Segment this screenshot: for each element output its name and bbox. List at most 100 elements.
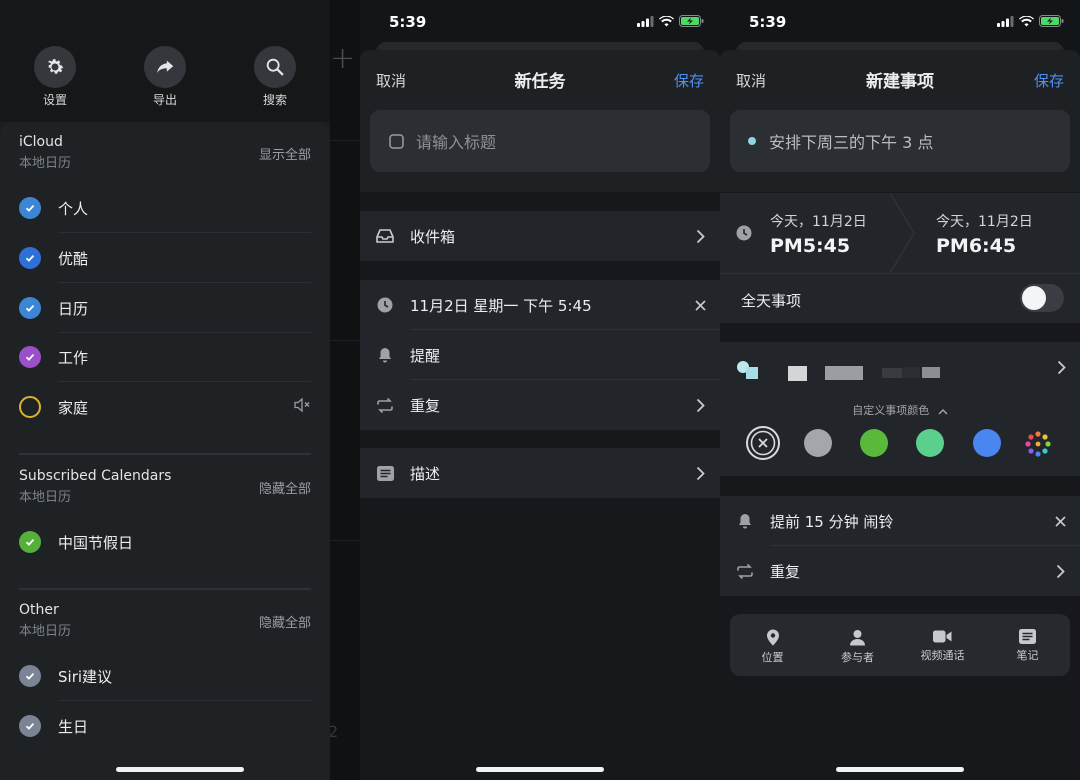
hide-all-button[interactable]: 隐藏全部: [259, 478, 311, 497]
share-arrow-icon: [144, 46, 186, 88]
home-indicator[interactable]: [476, 767, 604, 772]
calendar-item-siri-suggestions[interactable]: Siri建议: [19, 651, 311, 701]
task-title-input[interactable]: 请输入标题: [370, 110, 710, 172]
hide-all-button[interactable]: 隐藏全部: [259, 612, 311, 631]
calendar-name: 工作: [58, 348, 89, 367]
checkmark-icon: [19, 346, 41, 368]
calendar-item-calendar[interactable]: 日历: [19, 283, 311, 333]
subscribed-section-header: Subscribed Calendars 本地日历 隐藏全部: [19, 468, 311, 505]
settings-button[interactable]: 设置: [25, 46, 85, 108]
blurred-block: [788, 366, 807, 381]
calendar-selector[interactable]: [737, 359, 952, 385]
blurred-block: [825, 366, 863, 380]
calendar-name: 优酷: [58, 249, 89, 268]
icloud-section-header: iCloud 本地日历 显示全部: [19, 134, 311, 171]
home-indicator[interactable]: [116, 767, 244, 772]
calendar-item-personal[interactable]: 个人: [19, 183, 311, 233]
section-gap: [360, 261, 720, 280]
checkbox-icon[interactable]: [389, 133, 404, 149]
signal-icon: [997, 15, 1014, 27]
start-time[interactable]: 今天，11月2日 PM5:45: [770, 211, 867, 257]
location-label: 位置: [761, 651, 784, 664]
reminder-label: 提醒: [410, 346, 441, 365]
mute-icon[interactable]: [293, 397, 311, 417]
close-icon: [1054, 515, 1066, 527]
color-picker-icon[interactable]: [1022, 428, 1054, 460]
chevron-right-icon: [680, 229, 720, 244]
export-button[interactable]: 导出: [135, 46, 195, 108]
note-icon: [360, 465, 410, 481]
gear-icon: [34, 46, 76, 88]
save-button[interactable]: 保存: [674, 70, 704, 91]
new-task-screen: 5:39 取消 新任务 保存 请输入标题 收件箱 11月2日 星期一 下午 5:…: [360, 0, 720, 780]
no-color-swatch[interactable]: [746, 426, 780, 460]
inbox-row[interactable]: 收件箱: [360, 211, 720, 261]
attendees-label: 参与者: [841, 651, 874, 664]
calendar-name: 生日: [58, 717, 89, 736]
all-day-row: 全天事项: [720, 273, 1080, 323]
calendar-item-home[interactable]: 家庭: [19, 382, 311, 432]
chevron-right-icon[interactable]: [1057, 360, 1066, 379]
description-row[interactable]: 描述: [360, 448, 720, 498]
status-icons: [637, 15, 704, 27]
checkmark-icon: [19, 297, 41, 319]
search-icon: [254, 46, 296, 88]
color-dot: [748, 137, 756, 145]
search-button[interactable]: 搜索: [245, 46, 305, 108]
clock-icon: [736, 225, 752, 245]
date-row[interactable]: 11月2日 星期一 下午 5:45: [360, 280, 720, 330]
range-arrow-icon: [889, 193, 915, 273]
reminder-row[interactable]: 提醒: [360, 330, 720, 380]
clock-icon: [360, 297, 410, 313]
repeat-icon: [720, 563, 770, 579]
show-all-button[interactable]: 显示全部: [259, 144, 311, 163]
signal-icon: [637, 15, 654, 27]
clear-date-button[interactable]: [680, 299, 720, 311]
section-divider: [19, 588, 311, 590]
close-icon: [694, 299, 706, 311]
home-indicator[interactable]: [836, 767, 964, 772]
status-time: 5:39: [389, 13, 427, 31]
divider: [330, 140, 360, 141]
drawer-toolbar: 设置 导出 搜索: [0, 0, 330, 122]
date-label: 11月2日 星期一 下午 5:45: [410, 296, 592, 315]
save-button[interactable]: 保存: [1034, 70, 1064, 91]
wifi-icon: [659, 15, 674, 26]
end-time[interactable]: 今天，11月2日 PM6:45: [936, 211, 1033, 257]
location-pin-icon: [766, 629, 779, 646]
remove-alarm-button[interactable]: [1040, 515, 1080, 527]
chevron-right-icon: [680, 466, 720, 481]
repeat-row[interactable]: 重复: [720, 546, 1080, 596]
calendar-item-youku[interactable]: 优酷: [19, 233, 311, 283]
attendees-button[interactable]: 参与者: [815, 614, 900, 676]
alarm-row[interactable]: 提前 15 分钟 闹铃: [720, 496, 1080, 546]
new-event-screen: 5:39 取消 新建事项 保存 安排下周三的下午 3 点 今天，11月2日 PM…: [720, 0, 1080, 780]
description-label: 描述: [410, 464, 441, 483]
page-title: 新任务: [514, 72, 566, 92]
event-options-bar: 位置 参与者 视频通话 笔记: [730, 614, 1070, 676]
wifi-icon: [1019, 15, 1034, 26]
title-placeholder: 请输入标题: [416, 133, 497, 152]
notes-button[interactable]: 笔记: [985, 614, 1070, 676]
color-swatch-mint[interactable]: [916, 429, 944, 457]
location-button[interactable]: 位置: [730, 614, 815, 676]
custom-color-toggle[interactable]: 自定义事项颜色: [720, 402, 1080, 418]
checkmark-icon: [19, 665, 41, 687]
settings-label: 设置: [42, 93, 67, 107]
calendar-item-work[interactable]: 工作: [19, 332, 311, 382]
calendar-name: 日历: [58, 299, 89, 318]
color-swatch-blue[interactable]: [973, 429, 1001, 457]
add-icon[interactable]: +: [330, 44, 355, 74]
all-day-toggle[interactable]: [1020, 284, 1064, 312]
color-swatch-green[interactable]: [860, 429, 888, 457]
color-block: [746, 367, 758, 379]
section-gap: [360, 192, 720, 211]
event-title-input[interactable]: 安排下周三的下午 3 点: [730, 110, 1070, 172]
color-swatch-gray[interactable]: [804, 429, 832, 457]
calendar-item-china-holidays[interactable]: 中国节假日: [19, 517, 311, 567]
calendar-item-birthdays[interactable]: 生日: [19, 701, 311, 751]
repeat-row[interactable]: 重复: [360, 380, 720, 430]
repeat-icon: [360, 397, 410, 413]
person-icon: [850, 630, 865, 646]
video-call-button[interactable]: 视频通话: [900, 614, 985, 676]
